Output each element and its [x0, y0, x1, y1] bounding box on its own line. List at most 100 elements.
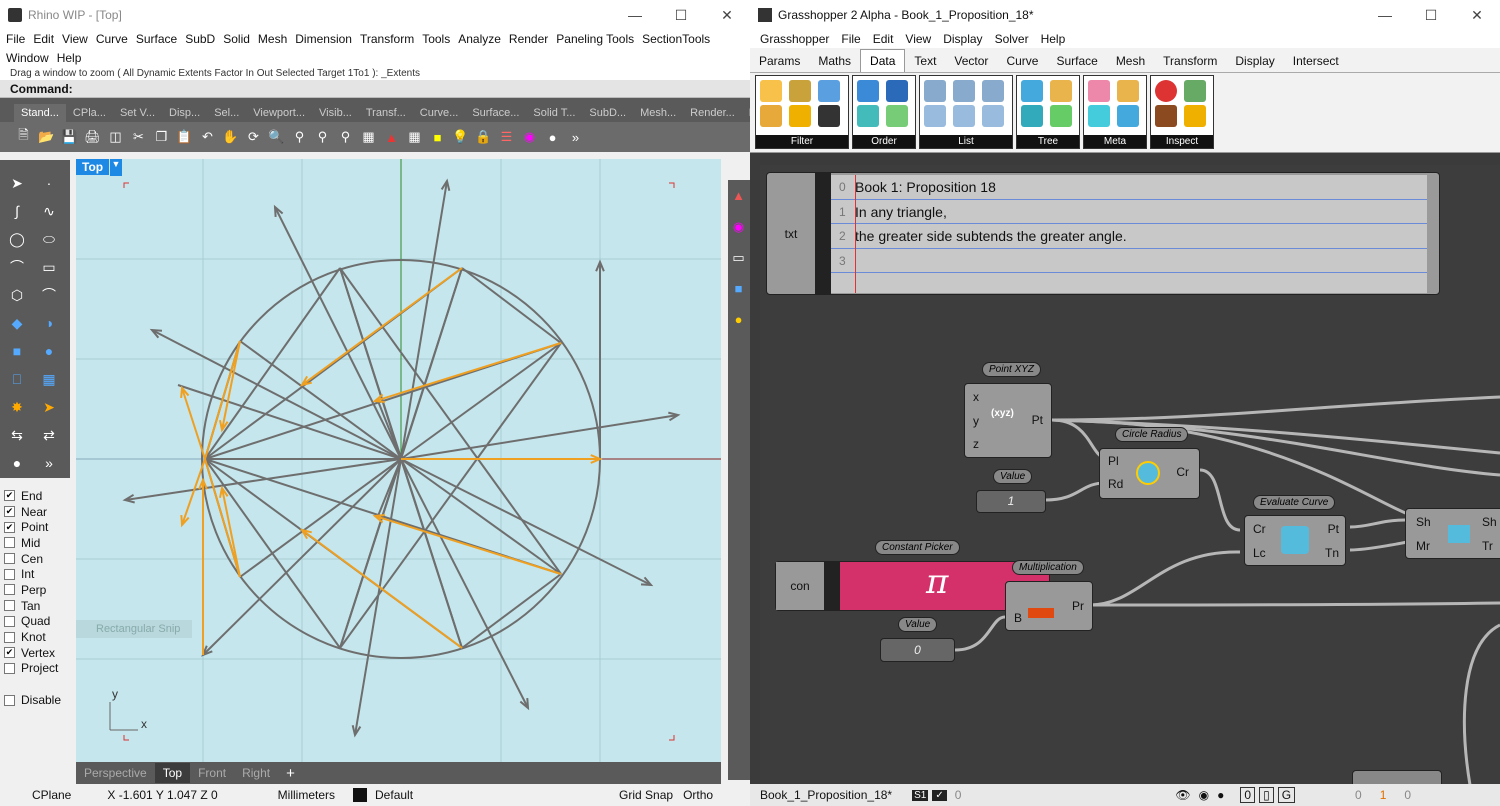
- status-units[interactable]: Millimeters: [278, 788, 335, 802]
- osnap-item[interactable]: ✔ End: [0, 488, 74, 504]
- osnap-checkbox[interactable]: [4, 600, 15, 612]
- more-icon[interactable]: »: [566, 128, 585, 147]
- status-cplane[interactable]: CPlane: [32, 788, 71, 802]
- toolbar-tab[interactable]: Set V...: [113, 104, 162, 122]
- toolbar-tab[interactable]: Visib...: [312, 104, 359, 122]
- input-mr[interactable]: Mr: [1416, 539, 1430, 553]
- gh-menu-item[interactable]: Solver: [989, 30, 1035, 48]
- osnap-item[interactable]: Perp: [0, 582, 74, 598]
- dispatch-icon[interactable]: [760, 80, 782, 102]
- value0-slider[interactable]: 0: [880, 638, 955, 662]
- gh-tab[interactable]: Intersect: [1284, 50, 1348, 72]
- circle-icon[interactable]: ◯: [4, 228, 30, 250]
- rhino-menu-item[interactable]: Tools: [418, 30, 454, 49]
- lock-icon[interactable]: 🔒: [474, 128, 493, 147]
- fillet-icon[interactable]: ⌒: [36, 284, 62, 306]
- input-y[interactable]: y: [973, 414, 979, 428]
- name-icon[interactable]: [1088, 105, 1110, 127]
- reverse-icon[interactable]: [857, 105, 879, 127]
- globe-icon[interactable]: ◉: [1199, 788, 1209, 802]
- gh-menu-item[interactable]: Help: [1035, 30, 1072, 48]
- warning-icon[interactable]: [1183, 105, 1206, 127]
- toolbar-tab[interactable]: CPla...: [66, 104, 113, 122]
- rhino-menu-item[interactable]: Window: [2, 49, 53, 68]
- output-cr[interactable]: Cr: [1176, 465, 1189, 479]
- insert-items-icon[interactable]: [982, 105, 1004, 127]
- zoom-window-icon[interactable]: ⚲: [290, 128, 309, 147]
- gh-tab[interactable]: Surface: [1047, 50, 1106, 72]
- cut-icon[interactable]: ✂: [129, 128, 148, 147]
- partial-component[interactable]: Sh Mr Sh Tr: [1405, 508, 1500, 559]
- gh-tab[interactable]: Display: [1226, 50, 1283, 72]
- light-icon[interactable]: 💡: [451, 128, 470, 147]
- copy-icon[interactable]: ❐: [152, 128, 171, 147]
- status-gridsnap[interactable]: Grid Snap: [619, 788, 673, 802]
- meta-tree-icon[interactable]: [1116, 105, 1139, 127]
- gh-minimize-icon[interactable]: —: [1362, 7, 1408, 24]
- mult-component[interactable]: B Pr: [1005, 581, 1093, 631]
- search-icon[interactable]: [1183, 80, 1206, 102]
- osnap-item[interactable]: Quad: [0, 614, 74, 630]
- viewport-menu-icon[interactable]: ▼: [110, 159, 122, 176]
- input-lc[interactable]: Lc: [1253, 546, 1266, 560]
- cylinder-icon[interactable]: ⎕: [4, 368, 30, 390]
- osnap-item[interactable]: Knot: [0, 629, 74, 645]
- zoom-icon[interactable]: 🔍: [267, 128, 286, 147]
- sort-icon[interactable]: [857, 80, 879, 102]
- gh-tab[interactable]: Text: [905, 50, 945, 72]
- toolbar-tab[interactable]: Viewport...: [246, 104, 312, 122]
- pointxyz-component[interactable]: x y z (xyz) Pt: [964, 383, 1052, 458]
- input-z[interactable]: z: [973, 437, 979, 451]
- osnap-item[interactable]: Tan: [0, 598, 74, 614]
- close-icon[interactable]: ✕: [704, 7, 750, 24]
- sphere-solid-icon[interactable]: ●: [36, 340, 62, 362]
- output-pt2[interactable]: Pt: [1328, 522, 1339, 536]
- warning-filter-icon[interactable]: [789, 105, 811, 127]
- rhino-menu-item[interactable]: Edit: [29, 30, 58, 49]
- print-icon[interactable]: 🖨: [83, 128, 102, 147]
- flatten-icon[interactable]: [1021, 105, 1043, 127]
- mirror-icon[interactable]: ⇄: [36, 424, 62, 446]
- index-icon[interactable]: [818, 80, 840, 102]
- output-sh[interactable]: Sh: [1482, 515, 1497, 529]
- transform-icon[interactable]: ⇆: [4, 424, 30, 446]
- gh-close-icon[interactable]: ✕: [1454, 7, 1500, 24]
- cull-icon[interactable]: [789, 80, 811, 102]
- sub-list-icon[interactable]: [982, 80, 1004, 102]
- range-icon[interactable]: [885, 80, 908, 102]
- osnap-item[interactable]: Cen: [0, 551, 74, 567]
- viewport-icon[interactable]: ▦: [359, 128, 378, 147]
- value1-slider[interactable]: 1: [976, 490, 1046, 513]
- input-x[interactable]: x: [973, 390, 979, 404]
- tab-top[interactable]: Top: [154, 763, 191, 783]
- input-cr[interactable]: Cr: [1253, 522, 1266, 536]
- arc-icon[interactable]: ⌒: [4, 256, 30, 278]
- osnap-checkbox[interactable]: [4, 553, 15, 565]
- polyline-icon[interactable]: ∫: [4, 200, 30, 222]
- status-layer[interactable]: Default: [375, 788, 413, 802]
- osnap-checkbox[interactable]: [4, 662, 15, 674]
- layout-icon[interactable]: ◫: [106, 128, 125, 147]
- toolbar-tab[interactable]: Disp...: [162, 104, 207, 122]
- undo-icon[interactable]: ↶: [198, 128, 217, 147]
- gh-canvas[interactable]: txt 0 Book 1: Proposition 18 1 In any trian…: [760, 165, 1500, 790]
- rhino-menu-item[interactable]: Surface: [132, 30, 181, 49]
- pattern-icon[interactable]: [818, 105, 840, 127]
- osnap-checkbox[interactable]: ✔: [4, 490, 15, 502]
- osnap-item[interactable]: Project: [0, 661, 74, 677]
- tab-right[interactable]: Right: [234, 766, 278, 780]
- gh-tab[interactable]: Mesh: [1107, 50, 1154, 72]
- constpicker-grip[interactable]: [824, 562, 840, 610]
- grid-icon[interactable]: ▦: [405, 128, 424, 147]
- barrel-icon[interactable]: [1155, 105, 1177, 127]
- pipe-icon[interactable]: ◑: [36, 312, 62, 334]
- output-tn[interactable]: Tn: [1325, 546, 1339, 560]
- material-icon[interactable]: ◉: [729, 217, 748, 236]
- shift-list-icon[interactable]: [953, 80, 975, 102]
- osnap-item[interactable]: ✔ Vertex: [0, 645, 74, 661]
- gh-tab[interactable]: Vector: [945, 50, 997, 72]
- osnap-checkbox[interactable]: [4, 615, 15, 627]
- inspect-icon[interactable]: [1155, 80, 1177, 102]
- list-length-icon[interactable]: [924, 105, 946, 127]
- bucket-icon[interactable]: [885, 105, 908, 127]
